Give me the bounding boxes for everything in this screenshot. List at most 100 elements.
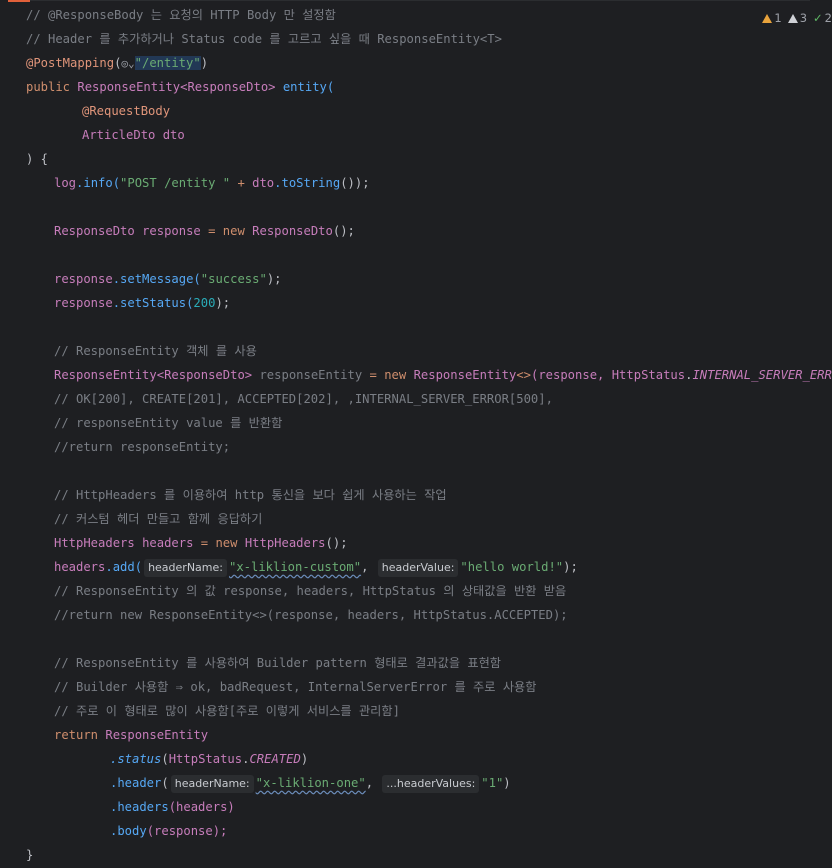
method-call: .info( xyxy=(76,176,121,190)
method-name: entity( xyxy=(282,80,335,94)
method-call: .add( xyxy=(105,560,143,574)
method-call: .setMessage( xyxy=(112,272,201,286)
code-line-28: // ResponseEntity 를 사용하여 Builder pattern… xyxy=(54,651,501,675)
code-line-31: return ResponseEntity xyxy=(54,723,208,747)
comment: // ResponseEntity 객체 를 사용 xyxy=(54,344,257,358)
parameter-hint: headerName: xyxy=(144,559,227,577)
generic-type: <ResponseDto> xyxy=(156,368,253,382)
diamond: <> xyxy=(516,368,531,382)
punct: ( xyxy=(161,752,169,766)
method-call: .body xyxy=(110,824,147,838)
comment: // OK[200], CREATE[201], ACCEPTED[202], … xyxy=(54,392,553,406)
code-line-7: ) { xyxy=(26,147,48,171)
comment: // 커스텀 헤더 만들고 함께 응답하기 xyxy=(54,512,263,526)
variable: response xyxy=(142,224,201,238)
code-line-4: public ResponseEntity<ResponseDto> entit… xyxy=(26,75,334,99)
comment: // @ResponseBody 는 요청의 HTTP Body 만 설정함 xyxy=(26,8,336,22)
code-line-22: // 커스텀 헤더 만들고 함께 응답하기 xyxy=(54,507,262,531)
type: ResponseDto xyxy=(54,224,135,238)
argument: (response); xyxy=(146,824,228,838)
code-line-19: //return responseEntity; xyxy=(54,435,230,459)
code-line-12: response.setMessage("success"); xyxy=(54,267,282,291)
code-line-16: ResponseEntity<ResponseDto> responseEnti… xyxy=(54,363,832,387)
brace: } xyxy=(26,848,34,862)
punct: ); xyxy=(266,272,282,286)
punct: ) xyxy=(300,752,309,766)
class: ResponseEntity xyxy=(413,368,517,382)
method-call: .status xyxy=(110,752,162,766)
code-line-36: } xyxy=(26,843,33,867)
code-line-26: //return new ResponseEntity<>(response, … xyxy=(54,603,568,627)
variable: headers xyxy=(142,536,194,550)
punct: (); xyxy=(332,224,355,238)
comment: // Builder 사용함 ⇒ ok, badRequest, Interna… xyxy=(54,680,537,694)
string: "POST /entity " xyxy=(120,176,231,190)
code-line-8: log.info("POST /entity " + dto.toString(… xyxy=(54,171,370,195)
comment: // 주로 이 형태로 많이 사용함[주로 이렇게 서비스를 관리함] xyxy=(54,704,400,718)
variable: response xyxy=(54,296,113,310)
punct: (); xyxy=(325,536,348,550)
static-field: INTERNAL_SERVER_ERROR xyxy=(692,368,832,382)
code-line-1: // @ResponseBody 는 요청의 HTTP Body 만 설정함 xyxy=(26,3,336,27)
code-line-17: // OK[200], CREATE[201], ACCEPTED[202], … xyxy=(54,387,553,411)
code-line-35: .body(response); xyxy=(110,819,227,843)
comment: // ResponseEntity 의 값 response, headers,… xyxy=(54,584,567,598)
parameter-hint: headerValue: xyxy=(377,559,459,577)
static-field: CREATED xyxy=(249,752,301,766)
punct: ()); xyxy=(340,176,370,190)
code-line-6: ArticleDto dto xyxy=(82,123,185,147)
url-string: "/entity" xyxy=(134,56,201,70)
keyword: new xyxy=(384,368,407,382)
variable: dto xyxy=(252,176,275,190)
code-line-15: // ResponseEntity 객체 를 사용 xyxy=(54,339,257,363)
comment: // HttpHeaders 를 이용하여 http 통신을 보다 쉽게 사용하… xyxy=(54,488,447,502)
operator: = xyxy=(193,536,216,550)
punct: , xyxy=(361,560,369,574)
comment: // ResponseEntity 를 사용하여 Builder pattern… xyxy=(54,656,502,670)
comment: //return new ResponseEntity<>(response, … xyxy=(54,608,568,622)
punct: , xyxy=(365,776,374,790)
code-line-29: // Builder 사용함 ⇒ ok, badRequest, Interna… xyxy=(54,675,536,699)
globe-icon[interactable]: ◎⌄ xyxy=(121,57,134,70)
code-line-10: ResponseDto response = new ResponseDto()… xyxy=(54,219,355,243)
field: log xyxy=(54,176,77,190)
code-editor[interactable]: // @ResponseBody 는 요청의 HTTP Body 만 설정함 /… xyxy=(0,0,832,868)
method-call: .setStatus( xyxy=(112,296,194,310)
argument: (response, xyxy=(531,368,612,382)
parameter: dto xyxy=(162,128,185,142)
argument: (headers) xyxy=(168,800,235,814)
annotation: @PostMapping xyxy=(26,56,115,70)
code-line-18: // responseEntity value 를 반환함 xyxy=(54,411,282,435)
string: "hello world!" xyxy=(460,560,564,574)
class: HttpStatus xyxy=(168,752,243,766)
annotation: @RequestBody xyxy=(82,104,171,118)
keyword: return xyxy=(54,728,99,742)
code-line-2: // Header 를 추가하거나 Status code 를 고르고 싶을 때… xyxy=(26,27,502,51)
parameter-hint: headerName: xyxy=(170,775,254,793)
type: HttpHeaders xyxy=(54,536,135,550)
code-line-30: // 주로 이 형태로 많이 사용함[주로 이렇게 서비스를 관리함] xyxy=(54,699,400,723)
code-line-21: // HttpHeaders 를 이용하여 http 통신을 보다 쉽게 사용하… xyxy=(54,483,447,507)
method-call: .headers xyxy=(110,800,169,814)
unused-variable: responseEntity xyxy=(259,368,363,382)
parameter-hint: ...headerValues: xyxy=(382,775,480,793)
string: "1" xyxy=(481,776,504,790)
code-line-13: response.setStatus(200); xyxy=(54,291,230,315)
class: HttpStatus xyxy=(611,368,686,382)
class: HttpHeaders xyxy=(244,536,326,550)
variable: response xyxy=(54,272,113,286)
code-line-32: .status(HttpStatus.CREATED) xyxy=(110,747,308,771)
string: "x-liklion-custom" xyxy=(228,560,362,574)
variable: headers xyxy=(54,560,106,574)
code-line-25: // ResponseEntity 의 값 response, headers,… xyxy=(54,579,566,603)
comment: // Header 를 추가하거나 Status code 를 고르고 싶을 때… xyxy=(26,32,502,46)
code-line-33: .header(headerName: "x-liklion-one", ...h… xyxy=(110,771,511,795)
code-line-23: HttpHeaders headers = new HttpHeaders(); xyxy=(54,531,348,555)
type: ResponseEntity xyxy=(54,368,157,382)
class: ResponseEntity xyxy=(105,728,209,742)
code-line-34: .headers(headers) xyxy=(110,795,235,819)
number: 200 xyxy=(193,296,216,310)
code-line-3: @PostMapping(◎⌄"/entity") xyxy=(26,51,208,75)
punct: ); xyxy=(563,560,578,574)
class: ResponseDto xyxy=(252,224,333,238)
